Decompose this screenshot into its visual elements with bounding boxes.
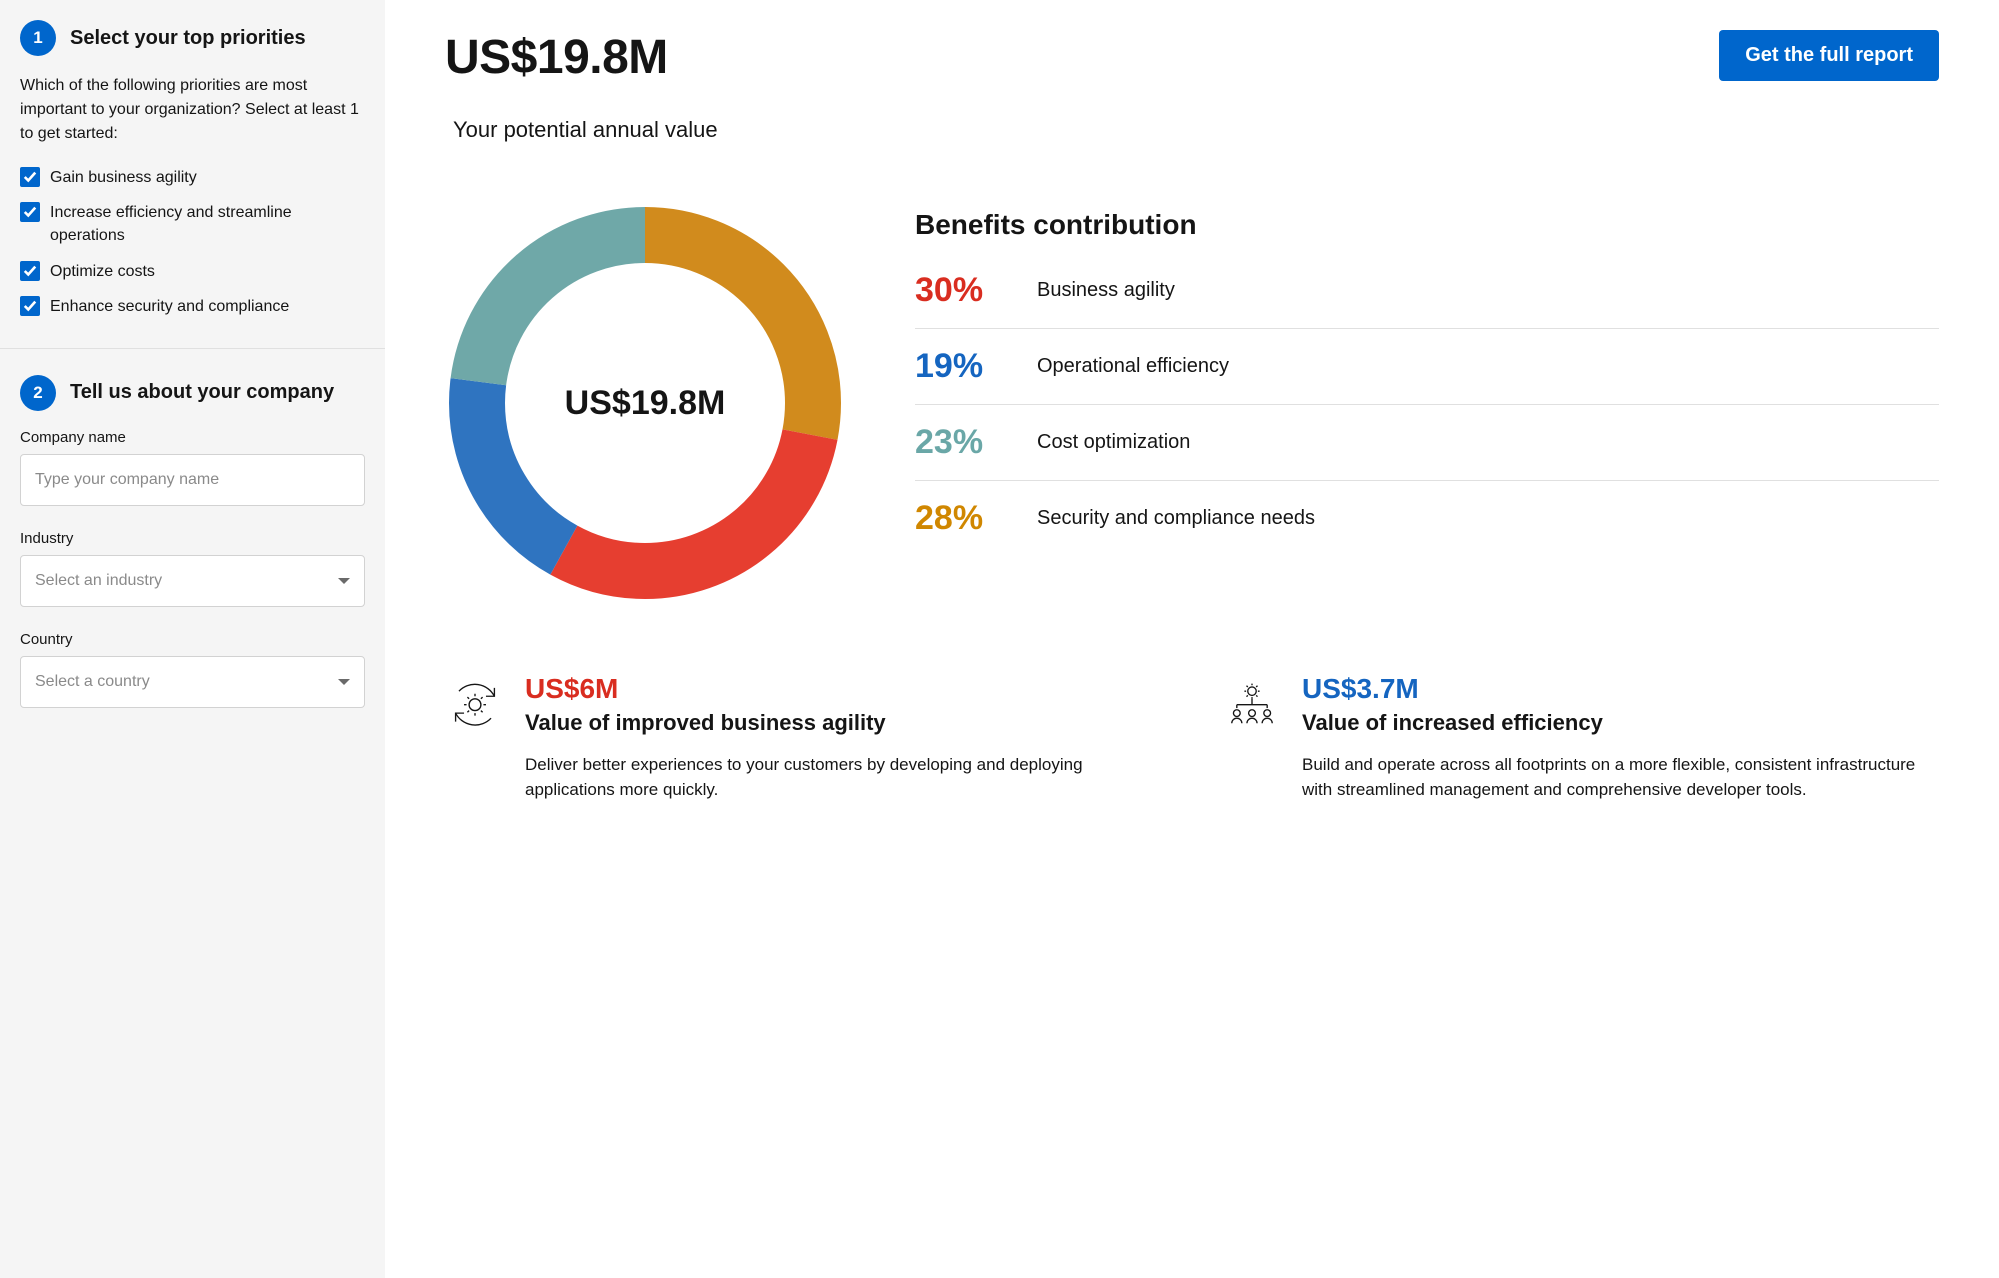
value-card-efficiency: US$3.7M Value of increased efficiency Bu…: [1222, 673, 1939, 803]
priority-option-agility: Gain business agility: [20, 166, 365, 189]
main-panel: US$19.8M Your potential annual value Get…: [385, 0, 1999, 1278]
country-select[interactable]: Select a country: [20, 656, 365, 708]
country-placeholder: Select a country: [35, 673, 150, 691]
priority-label: Enhance security and compliance: [50, 295, 289, 318]
step1-badge: 1: [20, 20, 56, 56]
card-description: Deliver better experiences to your custo…: [525, 752, 1162, 803]
total-block: US$19.8M Your potential annual value: [445, 30, 718, 143]
checkbox-efficiency[interactable]: [20, 202, 40, 222]
industry-placeholder: Select an industry: [35, 572, 162, 590]
chevron-down-icon: [338, 578, 350, 584]
benefit-row-agility: 30% Business agility: [915, 253, 1939, 329]
benefit-label: Cost optimization: [1037, 431, 1190, 454]
benefit-row-cost: 23% Cost optimization: [915, 405, 1939, 481]
step2-badge: 2: [20, 375, 56, 411]
card-body: US$6M Value of improved business agility…: [525, 673, 1162, 803]
card-title: Value of improved business agility: [525, 709, 1162, 738]
checkbox-costs[interactable]: [20, 261, 40, 281]
card-value: US$6M: [525, 673, 1162, 705]
benefits-list: Benefits contribution 30% Business agili…: [915, 203, 1939, 556]
industry-select[interactable]: Select an industry: [20, 555, 365, 607]
benefit-row-efficiency: 19% Operational efficiency: [915, 329, 1939, 405]
benefit-pct: 30%: [915, 271, 1009, 310]
donut-center-value: US$19.8M: [445, 203, 845, 603]
company-name-input[interactable]: [20, 454, 365, 506]
priority-label: Increase efficiency and streamline opera…: [50, 201, 365, 247]
value-card-agility: US$6M Value of improved business agility…: [445, 673, 1162, 803]
step2-title: Tell us about your company: [70, 381, 334, 404]
card-title: Value of increased efficiency: [1302, 709, 1939, 738]
value-cards: US$6M Value of improved business agility…: [445, 673, 1939, 803]
benefit-pct: 23%: [915, 423, 1009, 462]
topbar: US$19.8M Your potential annual value Get…: [445, 30, 1939, 143]
country-label: Country: [20, 631, 365, 648]
priority-label: Optimize costs: [50, 260, 155, 283]
sidebar-divider: [0, 348, 385, 349]
benefit-label: Business agility: [1037, 279, 1175, 302]
mid-row: US$19.8M Benefits contribution 30% Busin…: [445, 203, 1939, 603]
step1-description: Which of the following priorities are mo…: [20, 74, 365, 146]
priority-option-efficiency: Increase efficiency and streamline opera…: [20, 201, 365, 247]
step1-header: 1 Select your top priorities: [20, 20, 365, 56]
company-name-label: Company name: [20, 429, 365, 446]
benefits-donut-chart: US$19.8M: [445, 203, 845, 603]
benefit-label: Security and compliance needs: [1037, 507, 1315, 530]
checkbox-security[interactable]: [20, 296, 40, 316]
card-value: US$3.7M: [1302, 673, 1939, 705]
gear-people-icon: [1222, 673, 1282, 733]
priority-option-security: Enhance security and compliance: [20, 295, 365, 318]
card-body: US$3.7M Value of increased efficiency Bu…: [1302, 673, 1939, 803]
step2-header: 2 Tell us about your company: [20, 375, 365, 411]
benefits-title: Benefits contribution: [915, 209, 1939, 241]
chevron-down-icon: [338, 679, 350, 685]
benefit-row-security: 28% Security and compliance needs: [915, 481, 1939, 556]
industry-label: Industry: [20, 530, 365, 547]
benefit-pct: 28%: [915, 499, 1009, 538]
gear-refresh-icon: [445, 673, 505, 733]
total-value: US$19.8M: [445, 30, 718, 85]
step1-title: Select your top priorities: [70, 27, 306, 50]
priority-checklist: Gain business agility Increase efficienc…: [20, 166, 365, 318]
sidebar: 1 Select your top priorities Which of th…: [0, 0, 385, 1278]
get-full-report-button[interactable]: Get the full report: [1719, 30, 1939, 81]
total-subtitle: Your potential annual value: [453, 117, 718, 143]
benefit-pct: 19%: [915, 347, 1009, 386]
priority-label: Gain business agility: [50, 166, 197, 189]
card-description: Build and operate across all footprints …: [1302, 752, 1939, 803]
benefit-label: Operational efficiency: [1037, 355, 1229, 378]
priority-option-costs: Optimize costs: [20, 260, 365, 283]
checkbox-agility[interactable]: [20, 167, 40, 187]
